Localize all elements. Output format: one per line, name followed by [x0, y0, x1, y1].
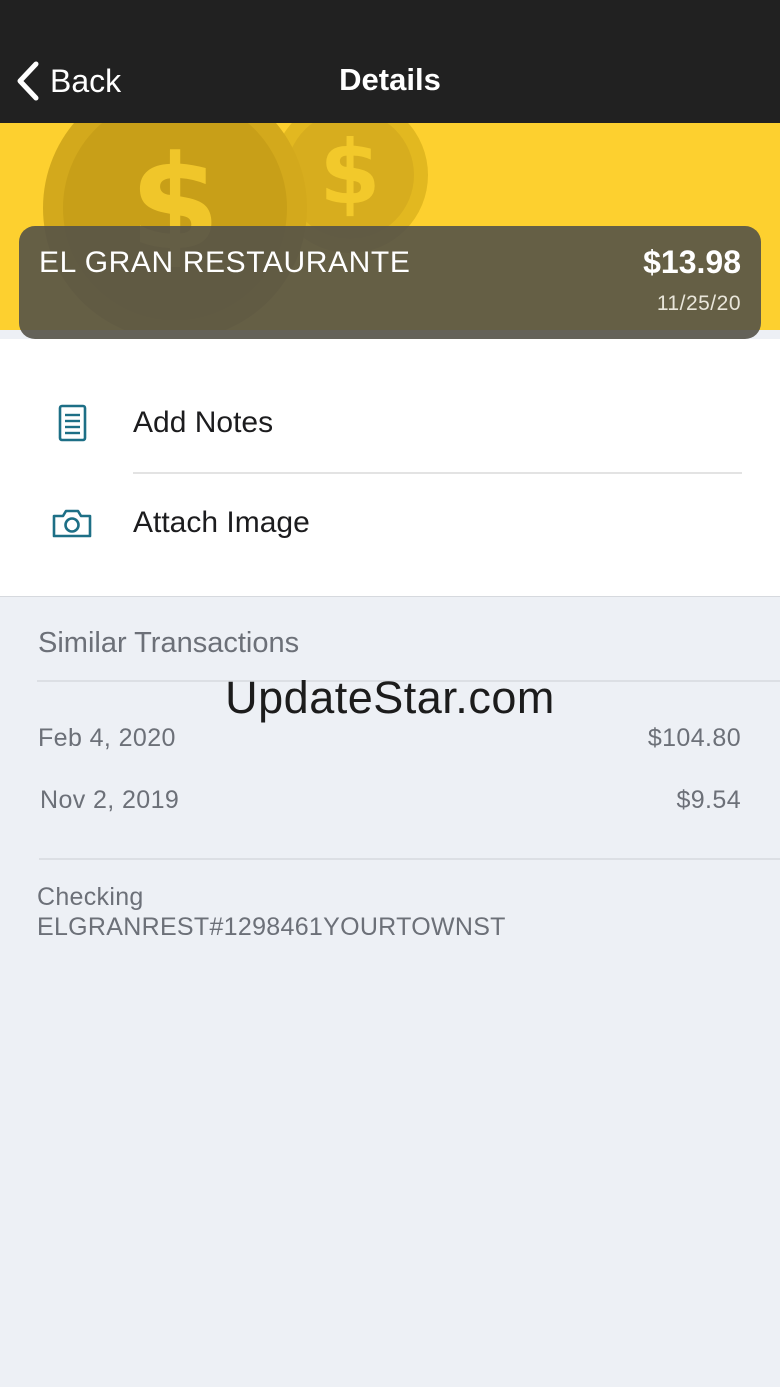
page-title: Details	[339, 62, 441, 97]
svg-text:$: $	[319, 123, 380, 224]
watermark-text: UpdateStar.com	[225, 672, 555, 723]
notes-icon	[58, 404, 87, 442]
similar-transaction-row[interactable]: Feb 4, 2020 $104.80	[0, 724, 780, 764]
transaction-details-screen: Back Details $ $ EL GRAN RESTAURANTE $13…	[0, 0, 780, 1387]
merchant-name: EL GRAN RESTAURANTE	[39, 246, 411, 279]
similar-transaction-amount: $9.54	[676, 786, 741, 814]
similar-transactions-heading: Similar Transactions	[38, 627, 300, 659]
transaction-summary-card: EL GRAN RESTAURANTE $13.98 11/25/20	[19, 226, 761, 339]
attach-image-button[interactable]: Attach Image	[0, 472, 780, 572]
transaction-description: ELGRANREST#1298461YOURTOWNST	[37, 913, 506, 941]
transaction-date: 11/25/20	[656, 292, 741, 315]
similar-transaction-amount: $104.80	[647, 724, 741, 752]
similar-transaction-date: Nov 2, 2019	[40, 786, 180, 814]
add-notes-label: Add Notes	[133, 406, 274, 439]
similar-transaction-row[interactable]: Nov 2, 2019 $9.54	[0, 786, 780, 826]
actions-list: Add Notes Attach Image	[0, 339, 780, 597]
attach-image-label: Attach Image	[133, 506, 310, 539]
similar-transaction-date: Feb 4, 2020	[38, 724, 176, 752]
transaction-amount: $13.98	[643, 244, 741, 280]
add-notes-button[interactable]: Add Notes	[0, 372, 780, 472]
navigation-bar: Back Details	[0, 0, 780, 123]
section-divider	[39, 858, 780, 860]
account-name: Checking	[37, 883, 144, 911]
camera-icon	[52, 509, 92, 538]
